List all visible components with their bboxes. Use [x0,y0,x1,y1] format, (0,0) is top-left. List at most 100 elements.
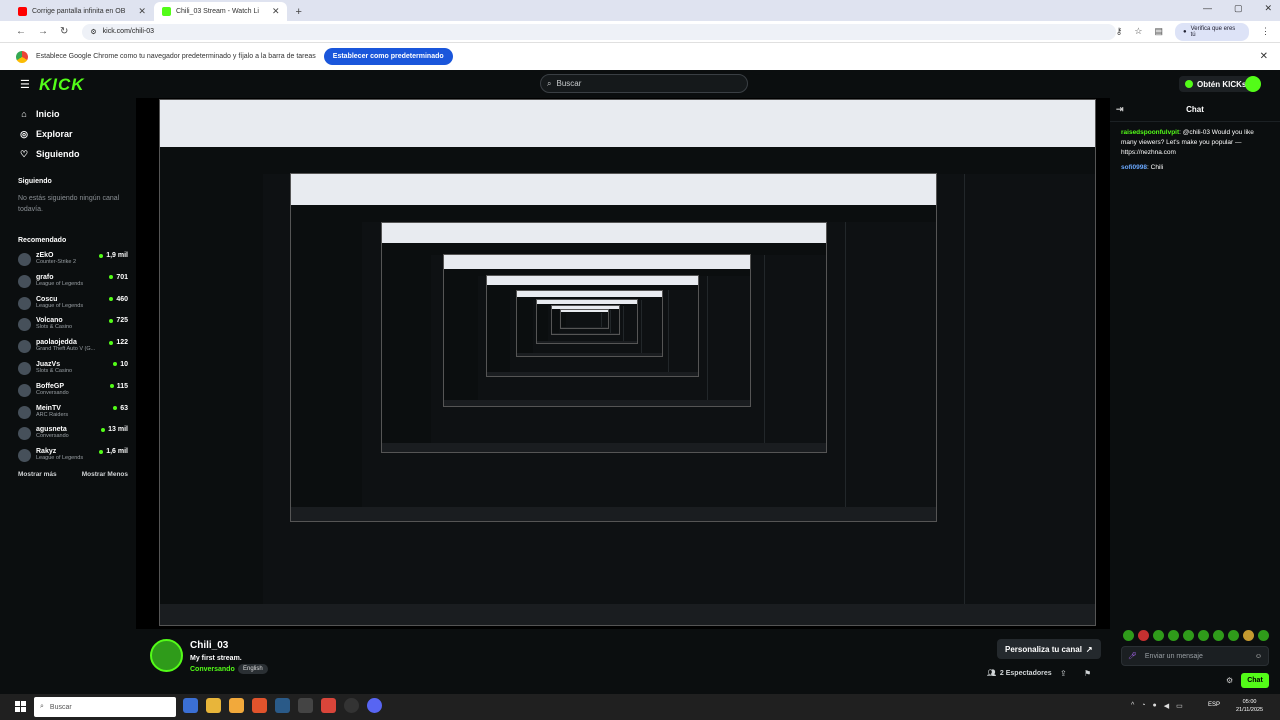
chat-settings-icon[interactable]: ⚙ [1226,676,1233,685]
discord-icon[interactable] [367,698,382,713]
close-tab-icon[interactable]: ✕ [138,6,146,17]
recommended-channel[interactable]: paolaojedda Grand Theft Auto V (G... 122 [0,337,136,359]
close-window-icon[interactable]: ✕ [1264,3,1272,14]
chat-title: Chat [1186,105,1204,114]
recommended-channel[interactable]: JuazVs Slots & Casino 10 [0,359,136,381]
chat-message: raisedspoonfulvpit: @chili-03 Would you … [1121,129,1254,156]
file-explorer-icon[interactable] [206,698,221,713]
url-input[interactable]: ⚙ kick.com/chili-03 [82,23,1116,40]
emote-icon[interactable] [1228,630,1239,641]
battery-icon[interactable]: ▭ [1176,702,1183,710]
microphone-icon[interactable]: 🎤︎ [1128,652,1137,660]
recommended-channel[interactable]: grafo League of Legends 701 [0,272,136,294]
video-player[interactable] [136,98,1110,629]
recommended-title: Recomendado [18,237,67,244]
recommended-channel[interactable]: zEkO Counter-Strike 2 1,9 mil [0,250,136,272]
emote-icon[interactable] [1198,630,1209,641]
channel-category: Conversando [36,433,69,440]
kick-logo[interactable]: KICK [39,75,85,95]
emote-icon[interactable] [1183,630,1194,641]
key-icon[interactable]: ⚷ [1116,26,1123,37]
nav-item-siguiendo[interactable]: ♡ Siguiendo [0,144,136,164]
chat-send-button[interactable]: Chat [1241,673,1269,688]
show-less-link[interactable]: Mostrar Menos [82,471,128,478]
search-input[interactable]: ⌕ Buscar [540,74,748,93]
site-info-icon[interactable]: ⚙ [90,28,96,36]
menu-icon[interactable]: ⋮ [1261,26,1270,37]
customize-channel-button[interactable]: Personaliza tu canal ↗ [997,639,1101,659]
channel-viewers: 725 [109,317,128,324]
extensions-icon[interactable]: ▤ [1154,26,1163,37]
store-icon[interactable] [229,698,244,713]
browser-tab-2[interactable]: Chili_03 Stream - Watch Li ✕ [153,2,288,21]
network-icon[interactable]: ◔ [1141,702,1145,710]
recommended-channel[interactable]: MeinTV ARC Raiders 63 [0,403,136,425]
streamer-name[interactable]: Chili_03 [190,640,228,651]
chat-message: sofi0998: Chili [1121,164,1164,171]
channel-avatar [18,405,31,419]
stream-video[interactable] [159,99,1096,626]
close-infobar-icon[interactable]: ✕ [1260,51,1268,62]
recommended-channel[interactable]: Volcano Slots & Casino 725 [0,315,136,337]
chevron-up-icon[interactable]: ^ [1131,702,1134,710]
emote-icon[interactable] [1213,630,1224,641]
profile-verify-button[interactable]: ● Verifica que eres tú [1174,22,1249,41]
recommended-channel[interactable]: agusneta Conversando 13 mil [0,424,136,446]
recommended-channel[interactable]: Rakyz League of Legends 1,6 mil [0,446,136,468]
emote-icon[interactable] [1168,630,1179,641]
chat-username[interactable]: sofi0998 [1121,164,1147,171]
emote-icon[interactable] [1258,630,1269,641]
bookmark-star-icon[interactable]: ☆ [1134,26,1142,37]
close-tab-icon[interactable]: ✕ [272,6,280,17]
back-icon[interactable]: ← [16,26,26,37]
chrome-taskbar-icon[interactable] [321,698,336,713]
language-badge[interactable]: English [238,664,268,674]
terminal-icon[interactable] [298,698,313,713]
volume-icon[interactable]: ◀ [1164,702,1169,710]
recommended-channel[interactable]: BoffeGP Conversando 115 [0,381,136,403]
channel-avatar [18,449,31,463]
reload-icon[interactable]: ↻ [60,26,68,37]
hamburger-menu-icon[interactable]: ☰ [20,78,30,91]
maximize-icon[interactable]: ▢ [1234,3,1243,14]
nav-item-inicio[interactable]: ⌂ Inicio [0,104,136,124]
channel-category: Slots & Casino [36,367,73,374]
collapse-chat-icon[interactable]: ⇥ [1116,104,1124,115]
chat-input[interactable]: 🎤︎ Enviar un mensaje ☺ [1121,646,1269,666]
emoji-icon[interactable]: ☺ [1255,653,1262,660]
new-tab-icon[interactable]: + [287,2,309,21]
share-icon[interactable]: ⇪ [1060,669,1067,678]
emote-icon[interactable] [1138,630,1149,641]
emote-icon[interactable] [1123,630,1134,641]
chat-username[interactable]: raisedspoonfulvpit [1121,129,1179,136]
stream-title: My first stream. [190,655,242,662]
emote-icon[interactable] [1243,630,1254,641]
mic-tray-icon[interactable]: ● [1153,702,1157,710]
language-indicator[interactable]: ESP [1208,702,1220,708]
nav-item-explorar[interactable]: ◎ Explorar [0,124,136,144]
channel-category: Slots & Casino [36,324,73,331]
taskbar-search-input[interactable]: ⌕ Buscar [34,697,176,717]
obs-icon[interactable] [344,698,359,713]
show-more-link[interactable]: Mostrar más [18,471,57,478]
window-controls: — ▢ ✕ [1203,3,1272,14]
windows-start-icon[interactable] [15,701,26,712]
forward-icon[interactable]: → [38,26,48,37]
browser-tab-1[interactable]: Corrige pantalla infinita en OB ✕ [10,2,154,21]
set-default-button[interactable]: Establecer como predeterminado [323,48,453,65]
emote-icon[interactable] [1153,630,1164,641]
report-icon[interactable]: ⚑ [1084,669,1091,678]
kick-page: ☰ KICK ⌕ Buscar Obtén KICKs ⌂ Inicio ◎ Exp… [0,70,1280,694]
stream-category[interactable]: Conversando [190,666,235,673]
taskbar-clock[interactable]: 05:00 21/11/2025 [1236,698,1263,714]
user-avatar[interactable] [1245,76,1261,92]
widgets-icon[interactable] [183,698,198,713]
kick-header: ☰ KICK ⌕ Buscar Obtén KICKs [0,70,1280,98]
get-kicks-button[interactable]: Obtén KICKs [1179,76,1253,92]
steam-icon[interactable] [275,698,290,713]
minimize-icon[interactable]: — [1203,3,1212,14]
default-browser-infobar: Establece Google Chrome como tu navegado… [0,42,1280,70]
brave-icon[interactable] [252,698,267,713]
streamer-avatar[interactable] [150,639,183,672]
recommended-channel[interactable]: Coscu League of Legends 460 [0,294,136,316]
